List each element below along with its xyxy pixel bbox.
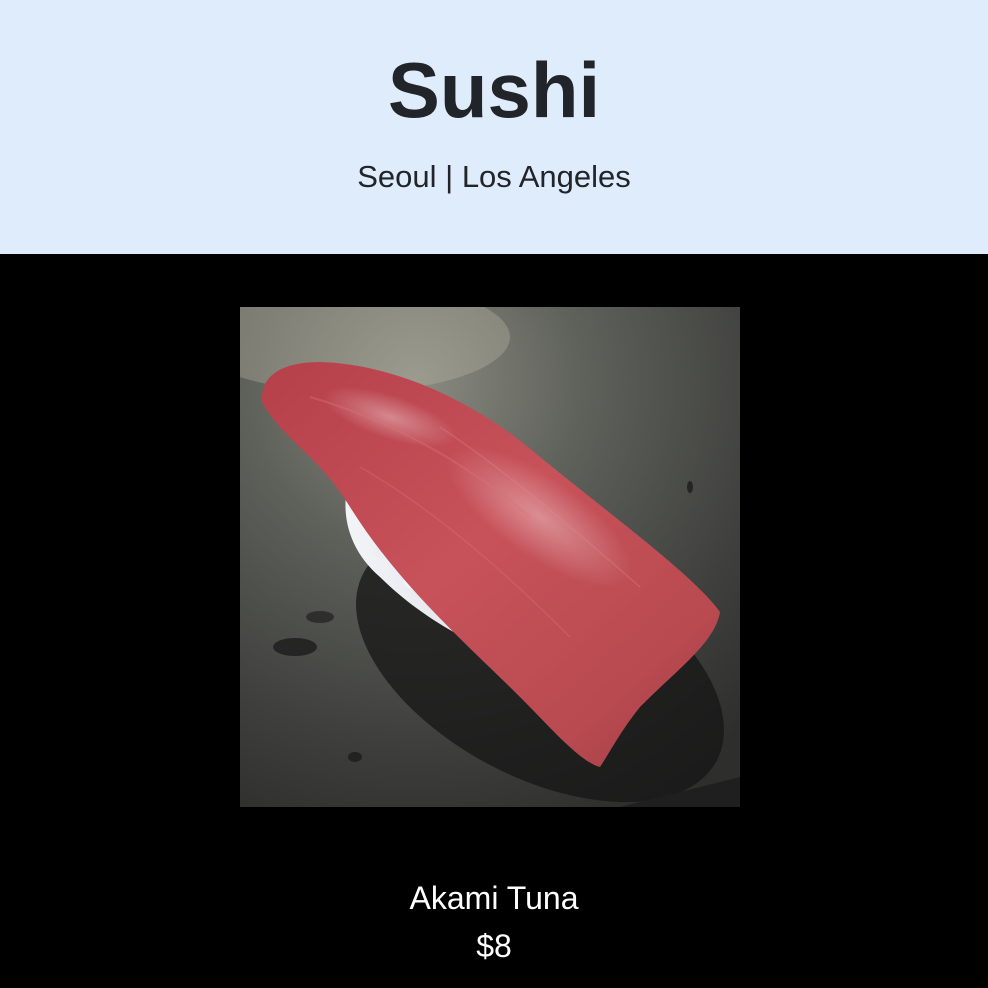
item-photo[interactable] xyxy=(240,307,740,807)
item-name: Akami Tuna xyxy=(409,880,579,916)
menu-item-card: Akami Tuna $8 xyxy=(0,254,988,988)
site-locations: Seoul | Los Angeles xyxy=(357,159,631,194)
sushi-photo-illustration xyxy=(240,307,740,807)
site-header: Sushi Seoul | Los Angeles xyxy=(0,0,988,254)
site-title: Sushi xyxy=(387,46,601,134)
item-price: $8 xyxy=(476,928,512,964)
